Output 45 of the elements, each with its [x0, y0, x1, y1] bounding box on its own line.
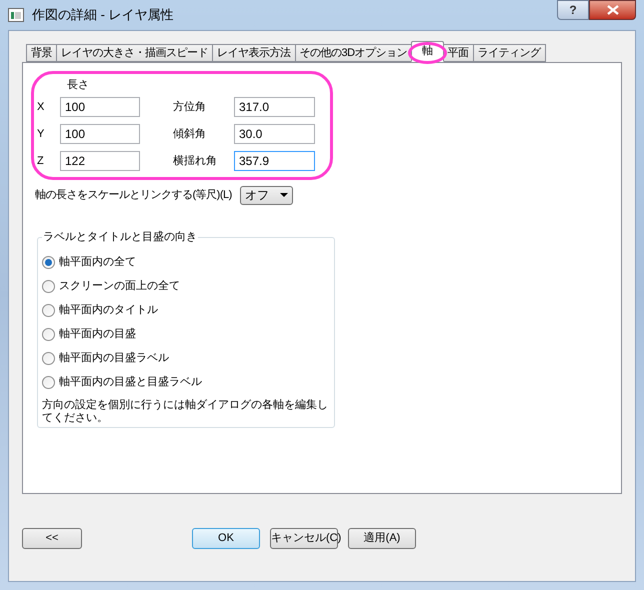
dialog-button[interactable]: OK [192, 528, 260, 549]
note-text: 方向の設定を個別に行うには軸ダイアログの各軸を編集してください。 [42, 399, 329, 425]
radio-button[interactable] [42, 280, 55, 292]
field-label: Z [37, 154, 45, 169]
angle-field[interactable]: 317.0 [234, 97, 315, 117]
tab[interactable]: 軸 [411, 41, 444, 62]
radio-label: 軸平面内の全て [59, 254, 136, 270]
tab[interactable]: レイヤの大きさ・描画スピード [56, 44, 213, 62]
radio-button[interactable] [42, 256, 55, 268]
close-button[interactable] [589, 0, 636, 20]
radio-button[interactable] [42, 328, 55, 340]
radio-label: 軸平面内の目盛ラベル [59, 350, 169, 366]
radio-button[interactable] [42, 376, 55, 388]
angle-field[interactable]: 357.9 [234, 151, 315, 171]
group-title: ラベルとタイトルと目盛の向き [42, 230, 198, 244]
dialog-button[interactable]: << [22, 528, 82, 549]
angle-field[interactable]: 30.0 [234, 124, 315, 144]
window-icon [8, 8, 24, 22]
radio-button[interactable] [42, 352, 55, 364]
tab[interactable]: レイヤ表示方法 [212, 44, 296, 62]
field-label: 方位角 [173, 100, 207, 115]
radio-label: 軸平面内の目盛と目盛ラベル [59, 374, 202, 390]
close-icon [606, 5, 618, 15]
length-field[interactable]: 100 [60, 97, 140, 117]
field-label: X [37, 100, 46, 115]
length-field[interactable]: 100 [60, 124, 140, 144]
length-field[interactable]: 122 [60, 151, 140, 171]
tab[interactable]: 平面 [442, 44, 474, 62]
link-scale-dropdown[interactable]: オフ [240, 186, 293, 204]
help-button[interactable]: ? [557, 0, 589, 20]
radio-label: 軸平面内のタイトル [59, 302, 158, 318]
tab[interactable]: 背景 [26, 44, 57, 62]
radio-label: 軸平面内の目盛 [59, 326, 136, 342]
caret-icon [280, 193, 288, 197]
radio-button[interactable] [42, 304, 55, 316]
link-scale-label: 軸の長さをスケールとリンクする(等尺)(L) [35, 188, 232, 203]
group-heading: 長さ [67, 78, 90, 92]
window-title: 作図の詳細 - レイヤ属性 [32, 6, 174, 24]
field-label: Y [37, 126, 46, 142]
field-label: 横揺れ角 [173, 154, 218, 169]
tab[interactable]: その他の3Dオプション [294, 44, 412, 62]
field-label: 傾斜角 [173, 126, 207, 142]
tab[interactable]: ライティング [472, 44, 546, 62]
dialog-button[interactable]: 適用(A) [348, 528, 416, 549]
radio-label: スクリーンの面上の全て [59, 278, 180, 294]
